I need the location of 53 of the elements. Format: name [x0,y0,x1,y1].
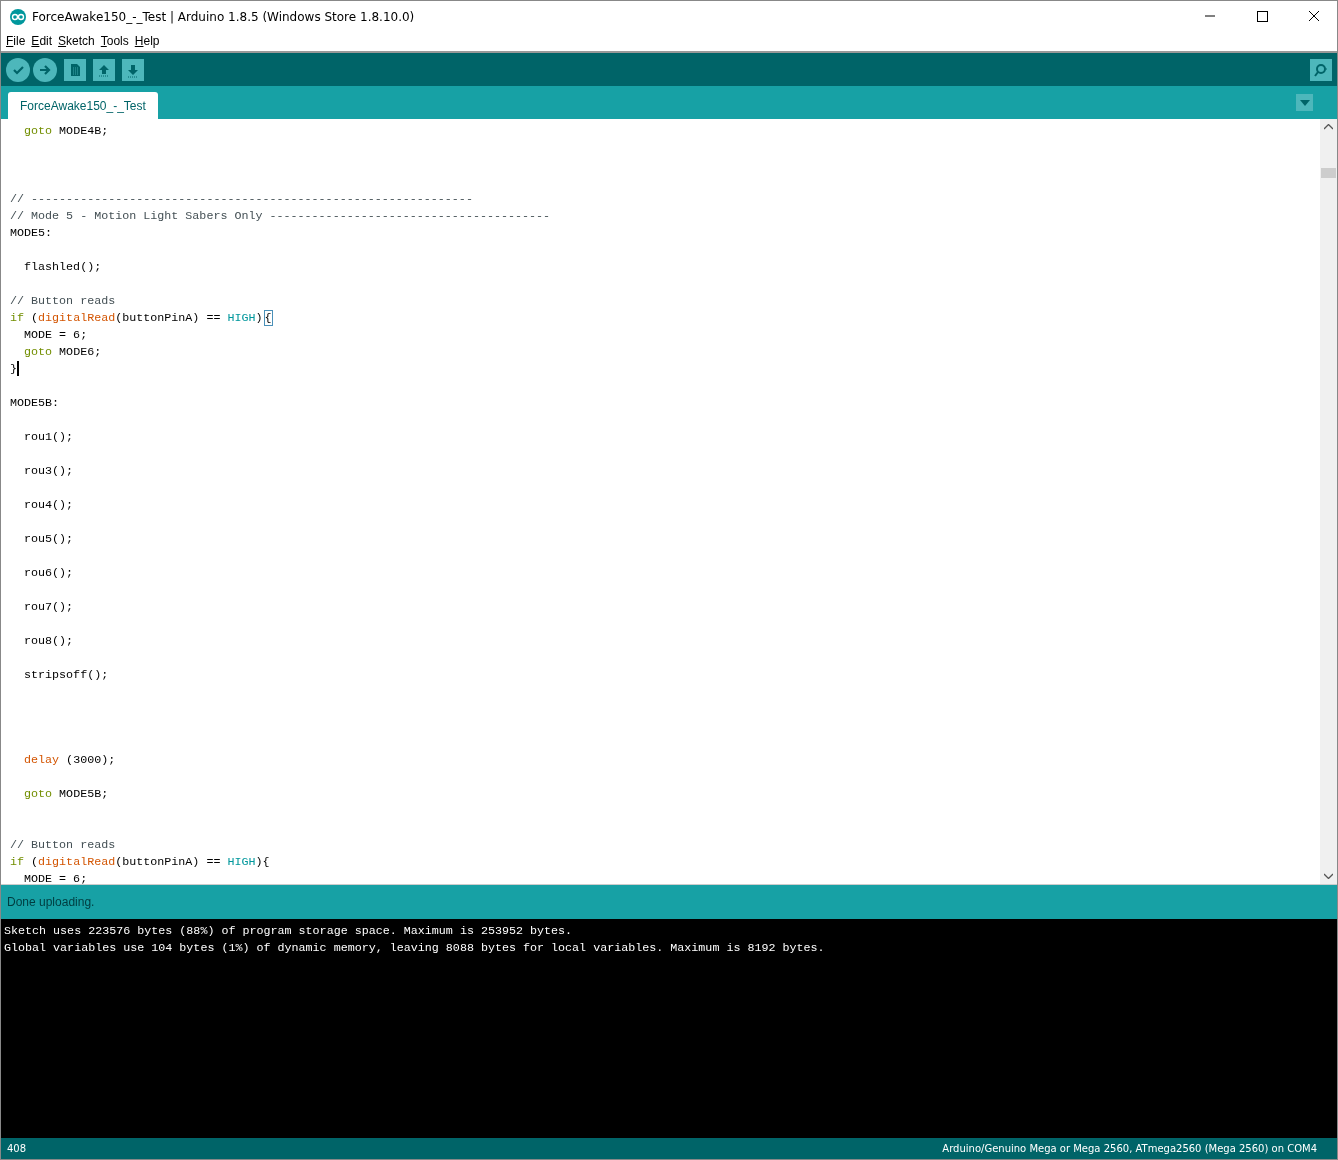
code-line: goto MODE6; [23,344,103,361]
code-line: MODE = 6; [23,327,89,344]
code-line: rou8(); [23,633,75,650]
code-line: rou3(); [23,463,75,480]
menu-item[interactable]: File [3,32,29,51]
code-line: // Button reads [10,293,117,310]
new-button[interactable] [64,58,86,81]
code-line: goto MODE4B; [23,123,110,140]
vertical-scrollbar[interactable] [1320,119,1337,884]
code-line: rou5(); [23,531,75,548]
open-button[interactable] [93,58,115,81]
menu-item[interactable]: Tools [97,32,132,51]
close-icon [1308,11,1320,22]
verify-button[interactable] [6,57,30,82]
console-line: Sketch uses 223576 bytes (88%) of program storage space. Maximum is 253952 bytes. [4,923,574,940]
code-line: rou1(); [23,429,75,446]
tab-menu-button[interactable] [1296,94,1313,111]
code-line: rou4(); [23,497,75,514]
code-line: MODE5B: [10,395,61,412]
code-line: // --------------------------------------------------------------- [10,191,474,208]
status-message: Done uploading. [1,885,1337,919]
maximize-icon [1256,11,1268,22]
upload-button[interactable] [33,57,57,82]
menu-item[interactable]: Edit [28,32,56,51]
code-line: stripsoff(); [23,667,110,684]
menu-item[interactable]: Help [131,32,163,51]
code-line: // Button reads [10,837,117,854]
code-line: flashled(); [23,259,103,276]
line-number: 408 [7,1143,27,1154]
code-line: delay (3000); [23,752,117,769]
window-title: ForceAwake150_-_Test | Arduino 1.8.5 (Windows Store 1.8.10.0) [32,9,416,24]
caret-down-icon [1299,99,1310,106]
search-icon [1313,61,1329,78]
board-info: Arduino/Genuino Mega or Mega 2560, ATmega2560 (Mega 2560) on COM4 [942,1143,1317,1154]
code-line: } [10,361,1320,378]
code-line: MODE = 6; [23,871,89,884]
code-line: MODE5: [10,225,54,242]
code-line: rou6(); [23,565,75,582]
scroll-down-icon [1324,873,1333,879]
serial-monitor-button[interactable] [1310,58,1332,81]
text-cursor [17,361,19,377]
save-button[interactable] [122,58,144,81]
code-line: // Mode 5 - Motion Light Sabers Only ---------------------------------------- [10,208,552,225]
editor-tab[interactable]: ForceAwake150_-_Test [8,92,158,119]
scroll-up-icon [1324,124,1333,130]
code-line: if (digitalRead(buttonPinA) == HIGH) { [10,310,273,327]
console-line: Global variables use 104 bytes (1%) of dynamic memory, leaving 8088 bytes for local variables. Maximum is 8192 bytes. [4,940,826,957]
code-line: if (digitalRead(buttonPinA) == HIGH){ [10,854,271,871]
code-line: goto MODE5B; [23,786,110,803]
menu-item[interactable]: Sketch [55,32,98,51]
scrollbar-thumb[interactable] [1321,168,1336,178]
app-logo-icon [10,8,26,25]
code-line: rou7(); [23,599,75,616]
